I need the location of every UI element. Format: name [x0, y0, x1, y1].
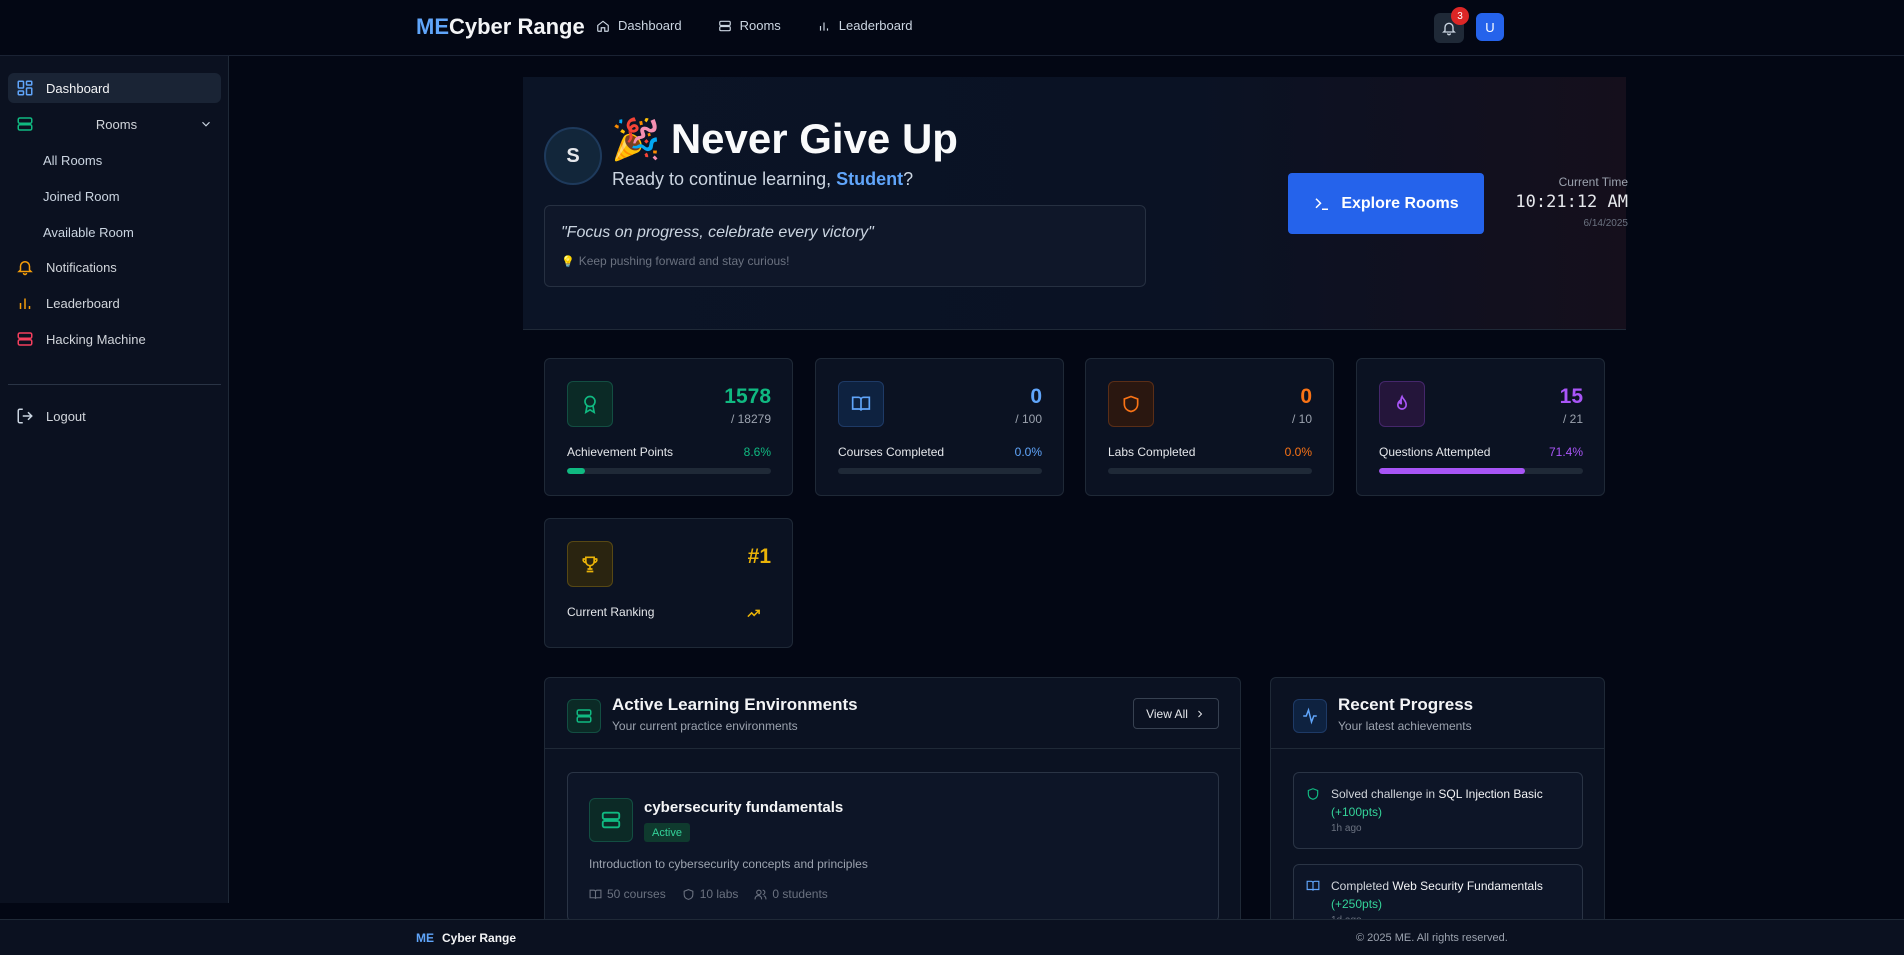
chevron-right-icon — [1198, 710, 1203, 717]
progress-item: Solved challenge in SQL Injection Basic(… — [1293, 772, 1583, 849]
top-nav-links: Dashboard Rooms Leaderboard — [596, 18, 913, 33]
current-time-label: Current Time — [1558, 175, 1628, 189]
sidebar-item-rooms[interactable]: Rooms — [8, 109, 221, 139]
nav-link-dashboard[interactable]: Dashboard — [596, 18, 682, 33]
logout-icon — [17, 408, 33, 424]
welcome-hero: S 🎉 Never Give Up Ready to continue lear… — [523, 77, 1629, 330]
shield-icon — [1123, 395, 1139, 413]
room-meta: 50 courses 10 labs 0 students — [589, 887, 828, 901]
bar-chart-icon — [19, 298, 31, 309]
sidebar-item-hacking-machine[interactable]: Hacking Machine — [8, 324, 221, 354]
users-icon — [754, 889, 767, 899]
stat-card-questions-attempted: 15 / 21 Questions Attempted 71.4% — [1356, 358, 1605, 496]
server-icon — [718, 20, 731, 31]
nav-link-rooms[interactable]: Rooms — [718, 18, 781, 33]
sidebar-item-leaderboard[interactable]: Leaderboard — [8, 288, 221, 318]
server-icon — [601, 811, 621, 829]
party-popper-icon: 🎉 — [611, 117, 661, 162]
sidebar-divider — [8, 384, 221, 385]
stat-card-achievement-points: 1578 / 18279 Achievement Points 8.6% — [544, 358, 793, 496]
flame-icon — [1396, 394, 1408, 410]
room-title: cybersecurity fundamentals — [644, 799, 844, 816]
footer-brand: ME Cyber Range — [416, 931, 517, 945]
room-description: Introduction to cybersecurity concepts a… — [589, 857, 868, 871]
brand-logo[interactable]: MECyber Range — [416, 14, 585, 40]
progress-bar — [1108, 468, 1312, 474]
current-time: 10:21:12 AM — [1515, 192, 1628, 212]
progress-item: Completed Web Security Fundamentals (+250… — [1293, 864, 1583, 924]
sidebar-item-notifications[interactable]: Notifications — [8, 252, 221, 282]
book-open-icon — [589, 889, 602, 899]
stat-card-current-ranking: #1 Current Ranking — [544, 518, 793, 648]
book-open-icon — [1306, 880, 1320, 891]
footer: ME Cyber Range © 2025 ME. All rights rese… — [0, 919, 1904, 955]
user-avatar-button[interactable]: U — [1476, 13, 1504, 41]
stat-card-labs-completed: 0 / 10 Labs Completed 0.0% — [1085, 358, 1334, 496]
progress-bar — [567, 468, 771, 474]
footer-copyright: © 2025 ME. All rights reserved. — [1356, 932, 1508, 944]
sidebar-item-logout[interactable]: Logout — [8, 401, 221, 431]
notification-count-badge: 3 — [1451, 7, 1469, 25]
trending-up-icon — [747, 609, 760, 618]
dashboard-icon — [17, 80, 33, 96]
sidebar-subitem-all-rooms[interactable]: All Rooms — [43, 153, 102, 168]
stat-card-courses-completed: 0 / 100 Courses Completed 0.0% — [815, 358, 1064, 496]
sidebar: Dashboard Rooms All Rooms Joined Room Av… — [0, 56, 229, 903]
active-environments-panel: Active Learning Environments Your curren… — [544, 677, 1241, 925]
hero-title: 🎉 Never Give Up — [611, 115, 958, 162]
room-card[interactable]: cybersecurity fundamentals Active Introd… — [567, 772, 1219, 922]
server-icon — [17, 117, 33, 131]
home-icon — [597, 20, 609, 32]
explore-rooms-button[interactable]: Explore Rooms — [1288, 173, 1484, 234]
status-badge: Active — [644, 823, 690, 842]
server-icon — [17, 332, 33, 346]
view-all-button[interactable]: View All — [1133, 698, 1219, 729]
bar-chart-icon — [819, 22, 828, 31]
book-open-icon — [851, 396, 871, 411]
bell-icon — [17, 261, 33, 276]
current-date: 6/14/2025 — [1583, 218, 1629, 229]
nav-link-leaderboard[interactable]: Leaderboard — [817, 18, 913, 33]
terminal-icon — [1315, 197, 1329, 210]
hero-subtitle: Ready to continue learning, Student? — [612, 169, 914, 189]
user-avatar: S — [544, 127, 602, 185]
trophy-icon — [582, 556, 598, 573]
motivational-quote: "Focus on progress, celebrate every vict… — [544, 205, 1146, 287]
shield-icon — [683, 888, 694, 900]
recent-progress-panel: Recent Progress Your latest achievements… — [1270, 677, 1605, 925]
progress-bar — [838, 468, 1042, 474]
top-navbar: MECyber Range Dashboard Rooms Leaderboar… — [0, 0, 1904, 56]
award-icon — [584, 395, 596, 414]
sidebar-subitem-available-room[interactable]: Available Room — [43, 225, 134, 240]
sidebar-subitem-joined-room[interactable]: Joined Room — [43, 189, 120, 204]
progress-bar — [1379, 468, 1583, 474]
chevron-down-icon — [202, 121, 210, 127]
sidebar-item-dashboard[interactable]: Dashboard — [8, 73, 221, 103]
shield-icon — [1307, 788, 1319, 800]
server-icon — [576, 709, 592, 723]
activity-icon — [1303, 707, 1317, 725]
lightbulb-icon: 💡 — [561, 255, 575, 268]
